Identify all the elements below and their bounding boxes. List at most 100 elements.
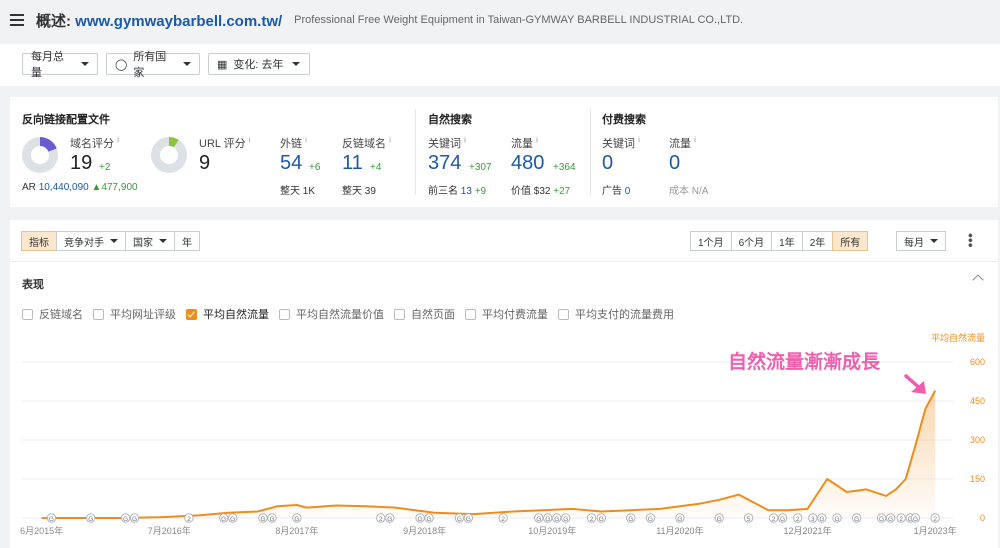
info-icon: i bbox=[305, 135, 307, 145]
ext-value[interactable]: 54 bbox=[280, 152, 302, 175]
x-tick-label: 12月2021年 bbox=[784, 525, 832, 536]
chevron-down-icon bbox=[183, 62, 191, 66]
paid-kw-sub: 广告 0 bbox=[602, 186, 631, 197]
organic-traffic-value[interactable]: 480 bbox=[511, 152, 544, 175]
event-marker-label: G bbox=[717, 516, 722, 523]
calendar-icon: ▦ bbox=[217, 58, 228, 71]
divider bbox=[415, 109, 416, 195]
domain-score-donut bbox=[22, 137, 58, 173]
x-tick-label: 7月2016年 bbox=[148, 525, 191, 536]
event-marker-label: G bbox=[536, 516, 541, 523]
traffic-chart: 0150300450600平均自然流量G G G G 2 G G G G G 2 G G G G G 2 G G G G… bbox=[20, 332, 985, 536]
info-icon: i bbox=[638, 135, 640, 145]
country-select[interactable]: ◯ 所有国家 bbox=[106, 51, 200, 79]
event-marker-label: G bbox=[888, 516, 893, 523]
event-marker-label: G bbox=[221, 516, 226, 523]
y-tick-label: 600 bbox=[970, 357, 985, 367]
event-marker-label: G bbox=[780, 516, 785, 523]
event-marker-label: G bbox=[230, 516, 235, 523]
ref-label: 反链域名 i bbox=[342, 135, 391, 150]
event-marker-label: G bbox=[88, 516, 93, 523]
event-marker-label: 2 bbox=[772, 516, 776, 523]
change-select[interactable]: ▦ 变化: 去年 bbox=[208, 53, 310, 75]
event-marker-label: G bbox=[427, 516, 432, 523]
filter-bar: 每月总量 ◯ 所有国家 ▦ 变化: 去年 bbox=[0, 44, 1000, 86]
url-score-label: URL 评分 i bbox=[199, 135, 251, 150]
annotation-text: 自然流量漸漸成長 bbox=[728, 350, 881, 373]
event-marker-label: 2 bbox=[379, 516, 383, 523]
chevron-down-icon bbox=[291, 62, 300, 66]
top-bar: 概述: www.gymwaybarbell.com.tw/ Profession… bbox=[0, 0, 1000, 40]
event-marker-label: G bbox=[599, 516, 604, 523]
event-marker-label: G bbox=[677, 516, 682, 523]
organic-title: 自然搜索 bbox=[428, 114, 472, 126]
event-marker-label: 3 bbox=[811, 516, 815, 523]
event-marker-label: G bbox=[819, 516, 824, 523]
organic-kw-label: 关键词 i bbox=[428, 135, 466, 150]
event-marker-label: G bbox=[854, 516, 859, 523]
y-tick-label: 300 bbox=[970, 435, 985, 445]
event-marker-label: G bbox=[466, 516, 471, 523]
ref-value[interactable]: 11 bbox=[342, 152, 363, 175]
event-marker-label: G bbox=[260, 516, 265, 523]
y-tick-label: 150 bbox=[970, 474, 985, 484]
series-line bbox=[41, 390, 937, 519]
event-marker-label: G bbox=[563, 516, 568, 523]
x-tick-label: 10月2019年 bbox=[528, 525, 576, 536]
backlinks-title: 反向链接配置文件 bbox=[22, 114, 110, 126]
event-marker-label: G bbox=[457, 516, 462, 523]
event-marker-label: 2 bbox=[501, 516, 505, 523]
page-subtitle: Professional Free Weight Equipment in Ta… bbox=[294, 14, 744, 26]
event-marker-label: G bbox=[879, 516, 884, 523]
ref-sub: 整天 39 bbox=[342, 186, 376, 197]
event-marker-label: G bbox=[545, 516, 550, 523]
organic-kw-delta: +307 bbox=[469, 162, 492, 173]
x-tick-label: 8月2017年 bbox=[275, 525, 318, 536]
x-tick-label: 6月2015年 bbox=[20, 525, 63, 536]
series-area bbox=[41, 390, 936, 518]
chevron-down-icon bbox=[81, 62, 89, 66]
event-marker-label: G bbox=[834, 516, 839, 523]
ar-row: AR 10,440,090 ▲477,900 bbox=[22, 182, 138, 193]
event-marker-label: 2 bbox=[796, 516, 800, 523]
event-marker-label: 2 bbox=[933, 516, 937, 523]
organic-kw-value[interactable]: 374 bbox=[428, 152, 461, 175]
event-marker-label: G bbox=[49, 516, 54, 523]
url-score-donut bbox=[151, 137, 187, 173]
country-label: 所有国家 bbox=[133, 51, 167, 79]
menu-icon[interactable] bbox=[10, 14, 24, 26]
paid-kw-value[interactable]: 0 bbox=[602, 152, 613, 175]
event-marker-label: G bbox=[294, 516, 299, 523]
info-icon: i bbox=[536, 135, 538, 145]
ext-sub: 整天 1K bbox=[280, 186, 316, 197]
paid-traffic-label: 流量 i bbox=[669, 135, 696, 150]
info-icon: i bbox=[248, 135, 251, 145]
y-axis-label: 平均自然流量 bbox=[931, 332, 985, 343]
organic-kw-sub: 前三名 13 +9 bbox=[428, 186, 487, 197]
url-score-value: 9 bbox=[199, 152, 211, 174]
y-tick-label: 0 bbox=[980, 513, 985, 523]
info-icon: i bbox=[389, 135, 391, 145]
domain-score-value: 19 bbox=[70, 152, 93, 174]
globe-icon: ◯ bbox=[115, 58, 128, 71]
paid-traffic-value[interactable]: 0 bbox=[669, 152, 680, 175]
event-marker-label: 2 bbox=[590, 516, 594, 523]
event-marker-label: G bbox=[132, 516, 137, 523]
info-icon: i bbox=[464, 135, 466, 145]
chart-card: 指标 竞争对手 国家 年 1个月 6个月 1年 2年 所有 每月 ••• 表现 … bbox=[10, 220, 998, 548]
monthly-label: 每月总量 bbox=[31, 51, 64, 79]
ref-delta: +4 bbox=[370, 162, 382, 173]
paid-traffic-sub: 成本 N/A bbox=[669, 186, 709, 197]
organic-traffic-sub: 价值 $32 +27 bbox=[511, 186, 571, 197]
event-marker-label: 2 bbox=[899, 516, 903, 523]
paid-title: 付费搜索 bbox=[602, 114, 646, 126]
ext-label: 外链 i bbox=[280, 135, 307, 150]
change-label: 变化: 去年 bbox=[233, 59, 284, 71]
event-marker-label: 2 bbox=[187, 516, 191, 523]
domain-link[interactable]: www.gymwaybarbell.com.tw/ bbox=[75, 13, 282, 30]
x-tick-label: 11月2020年 bbox=[656, 525, 703, 536]
event-marker-label: 5 bbox=[747, 516, 751, 523]
organic-traffic-label: 流量 i bbox=[511, 135, 538, 150]
event-marker-label: G bbox=[387, 516, 392, 523]
monthly-select[interactable]: 每月总量 bbox=[22, 51, 98, 79]
